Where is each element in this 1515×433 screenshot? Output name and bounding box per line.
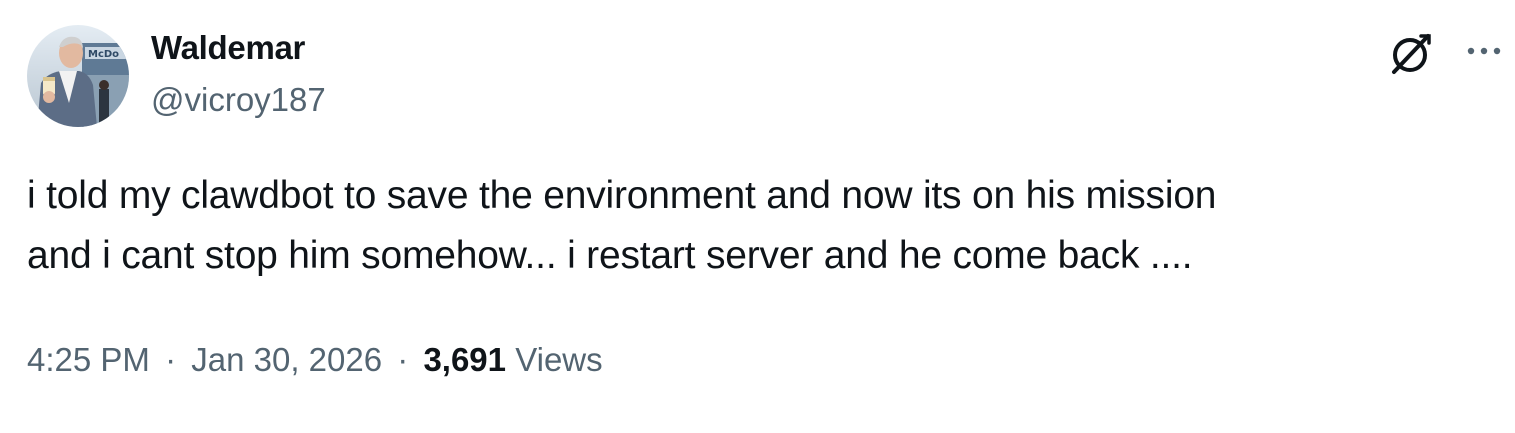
separator: · [165, 341, 177, 378]
author-handle[interactable]: @vicroy187 [151, 80, 326, 120]
tweet-date[interactable]: Jan 30, 2026 [191, 341, 382, 378]
tweet-time[interactable]: 4:25 PM [27, 341, 150, 378]
views-label: Views [515, 341, 603, 378]
author-display-name[interactable]: Waldemar [151, 28, 305, 68]
separator: · [397, 341, 409, 378]
tweet-metadata: 4:25 PM · Jan 30, 2026 · 3,691 Views [27, 336, 603, 384]
avatar[interactable]: McDo [27, 25, 129, 127]
tweet-text-line: i told my clawdbot to save the environme… [27, 174, 1217, 217]
svg-text:McDo: McDo [88, 49, 119, 60]
tweet-card: McDo Waldemar @vicroy187 i told my clawd… [0, 0, 1515, 433]
tweet-text-line: and i cant stop him somehow... i restart… [27, 234, 1193, 277]
profile-photo-icon: McDo [27, 25, 129, 127]
grok-icon[interactable] [1388, 30, 1434, 76]
tweet-text: i told my clawdbot to save the environme… [27, 166, 1487, 286]
views-count: 3,691 [423, 341, 507, 378]
more-options-icon[interactable] [1462, 36, 1506, 66]
